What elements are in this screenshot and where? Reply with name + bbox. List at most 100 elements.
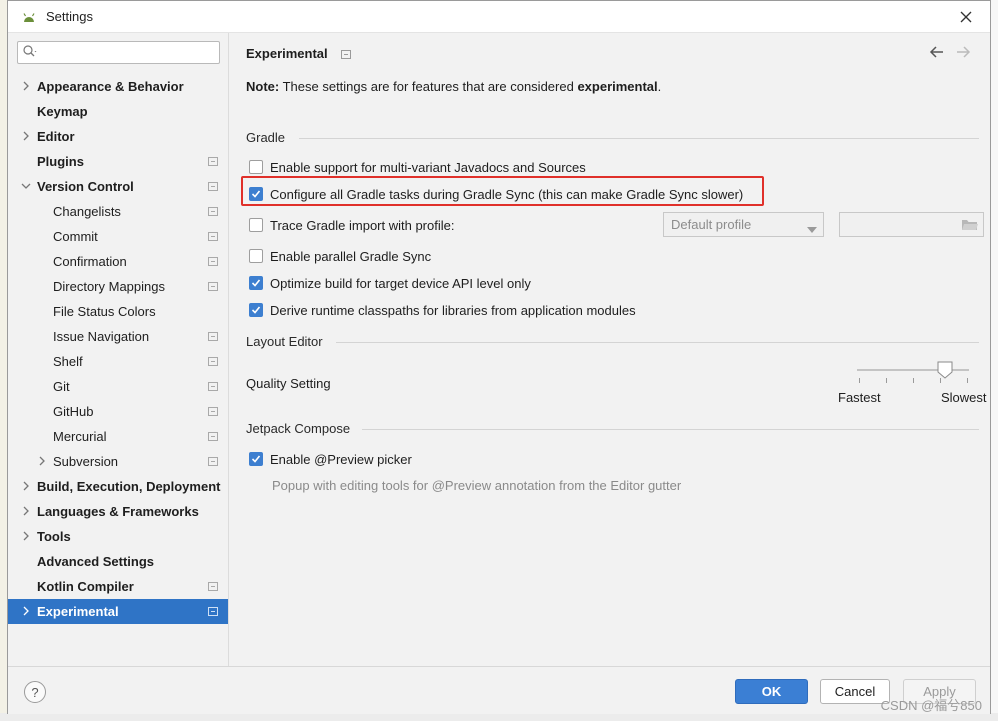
slider-thumb[interactable] xyxy=(937,361,953,379)
ok-button[interactable]: OK xyxy=(735,679,808,704)
experimental-panel: Experimental Note: These settings are fo… xyxy=(229,33,990,666)
forward-arrow-icon[interactable] xyxy=(955,44,971,60)
parallel-gradle-sync-checkbox[interactable]: Enable parallel Gradle Sync xyxy=(249,246,431,266)
sidebar-item-plugins[interactable]: Plugins xyxy=(8,149,228,174)
checkbox-label: Trace Gradle import with profile: xyxy=(270,217,455,233)
chevron-right-icon[interactable] xyxy=(21,531,31,541)
multivariant-javadocs-checkbox[interactable]: Enable support for multi-variant Javadoc… xyxy=(249,157,586,177)
profile-dropdown-value: Default profile xyxy=(671,217,752,232)
close-icon[interactable] xyxy=(956,7,976,27)
project-scope-icon xyxy=(208,207,218,216)
note-suffix: . xyxy=(657,79,662,94)
sidebar-item-label: Plugins xyxy=(37,154,84,169)
sidebar-item-label: Issue Navigation xyxy=(53,329,150,344)
sidebar-item-keymap[interactable]: Keymap xyxy=(8,99,228,124)
sidebar-item-label: Commit xyxy=(53,229,98,244)
sidebar-item-build-execution-deployment[interactable]: Build, Execution, Deployment xyxy=(8,474,228,499)
sidebar-item-label: Keymap xyxy=(37,104,88,119)
sidebar-item-languages-frameworks[interactable]: Languages & Frameworks xyxy=(8,499,228,524)
watermark: CSDN @福兮850 xyxy=(880,698,982,713)
sidebar-item-subversion[interactable]: Subversion xyxy=(8,449,228,474)
sidebar-item-shelf[interactable]: Shelf xyxy=(8,349,228,374)
checkbox-box[interactable] xyxy=(249,249,263,263)
chevron-right-icon[interactable] xyxy=(21,131,31,141)
sidebar-item-editor[interactable]: Editor xyxy=(8,124,228,149)
trace-gradle-import-checkbox[interactable]: Trace Gradle import with profile: xyxy=(249,215,454,235)
sidebar-item-changelists[interactable]: Changelists xyxy=(8,199,228,224)
android-icon xyxy=(21,9,37,25)
sidebar-item-confirmation[interactable]: Confirmation xyxy=(8,249,228,274)
sidebar-item-label: Version Control xyxy=(37,179,134,194)
slider-tick xyxy=(886,378,887,383)
chevron-right-icon[interactable] xyxy=(21,606,31,616)
optimize-build-checkbox[interactable]: Optimize build for target device API lev… xyxy=(249,273,531,293)
cancel-button[interactable]: Cancel xyxy=(820,679,890,704)
slider-tick xyxy=(859,378,860,383)
chevron-right-icon[interactable] xyxy=(37,456,47,466)
layout-editor-separator xyxy=(336,342,979,343)
help-button[interactable]: ? xyxy=(24,681,46,703)
gradle-separator xyxy=(299,138,979,139)
chevron-down-icon[interactable] xyxy=(21,181,31,191)
profile-dropdown[interactable]: Default profile xyxy=(663,212,824,237)
compose-section-header: Jetpack Compose xyxy=(246,421,351,436)
checkbox-label: Enable support for multi-variant Javadoc… xyxy=(270,159,586,175)
project-scope-icon xyxy=(208,457,218,466)
sidebar-item-file-status-colors[interactable]: File Status Colors xyxy=(8,299,228,324)
sidebar-item-label: Advanced Settings xyxy=(37,554,155,569)
project-scope-icon xyxy=(208,157,218,166)
sidebar-item-advanced-settings[interactable]: Advanced Settings xyxy=(8,549,228,574)
chevron-right-icon[interactable] xyxy=(21,506,31,516)
sidebar-item-label: Git xyxy=(53,379,70,394)
page-title: Experimental xyxy=(246,46,328,61)
derive-runtime-classpaths-checkbox[interactable]: Derive runtime classpaths for libraries … xyxy=(249,300,636,320)
sidebar-item-issue-navigation[interactable]: Issue Navigation xyxy=(8,324,228,349)
checkmark-icon xyxy=(251,455,261,463)
sidebar-item-github[interactable]: GitHub xyxy=(8,399,228,424)
folder-icon[interactable] xyxy=(961,217,979,232)
checkbox-box[interactable] xyxy=(249,276,263,290)
checkmark-icon xyxy=(251,306,261,314)
sidebar-item-commit[interactable]: Commit xyxy=(8,224,228,249)
checkbox-box[interactable] xyxy=(249,187,263,201)
sidebar-item-appearance-behavior[interactable]: Appearance & Behavior xyxy=(8,74,228,99)
search-input[interactable] xyxy=(17,41,220,64)
checkbox-label: Optimize build for target device API lev… xyxy=(270,275,531,291)
sidebar-item-experimental[interactable]: Experimental xyxy=(8,599,228,624)
checkbox-box[interactable] xyxy=(249,303,263,317)
quality-setting-label: Quality Setting xyxy=(246,376,331,391)
sidebar-item-label: GitHub xyxy=(53,404,94,419)
quality-slider[interactable] xyxy=(857,361,969,383)
back-arrow-icon[interactable] xyxy=(929,44,945,60)
checkbox-box[interactable] xyxy=(249,160,263,174)
configure-all-gradle-tasks-checkbox[interactable]: Configure all Gradle tasks during Gradle… xyxy=(249,184,743,204)
gradle-section-header: Gradle xyxy=(246,130,286,145)
sidebar-item-kotlin-compiler[interactable]: Kotlin Compiler xyxy=(8,574,228,599)
sidebar-item-label: Experimental xyxy=(37,604,119,619)
sidebar-item-label: Build, Execution, Deployment xyxy=(37,479,221,494)
sidebar-item-label: Kotlin Compiler xyxy=(37,579,134,594)
checkbox-box[interactable] xyxy=(249,218,263,232)
compose-separator xyxy=(362,429,979,430)
settings-sidebar: Appearance & Behavior Keymap Editor Plugins… xyxy=(8,33,229,666)
preview-picker-checkbox[interactable]: Enable @Preview picker xyxy=(249,449,412,469)
sidebar-item-mercurial[interactable]: Mercurial xyxy=(8,424,228,449)
project-scope-icon xyxy=(208,332,218,341)
sidebar-item-label: Confirmation xyxy=(53,254,127,269)
project-scope-icon xyxy=(208,257,218,266)
chevron-right-icon[interactable] xyxy=(21,481,31,491)
profile-file-field[interactable] xyxy=(839,212,984,237)
slider-tick xyxy=(967,378,968,383)
checkbox-box[interactable] xyxy=(249,452,263,466)
project-scope-icon xyxy=(208,582,218,591)
sidebar-item-git[interactable]: Git xyxy=(8,374,228,399)
layout-editor-section-header: Layout Editor xyxy=(246,334,323,349)
sidebar-item-version-control[interactable]: Version Control xyxy=(8,174,228,199)
sidebar-item-directory-mappings[interactable]: Directory Mappings xyxy=(8,274,228,299)
chevron-right-icon[interactable] xyxy=(21,81,31,91)
preview-picker-description: Popup with editing tools for @Preview an… xyxy=(272,478,682,493)
sidebar-item-tools[interactable]: Tools xyxy=(8,524,228,549)
experimental-note: Note: These settings are for features th… xyxy=(246,79,661,94)
project-scope-icon xyxy=(208,182,218,191)
window-title: Settings xyxy=(46,9,93,24)
